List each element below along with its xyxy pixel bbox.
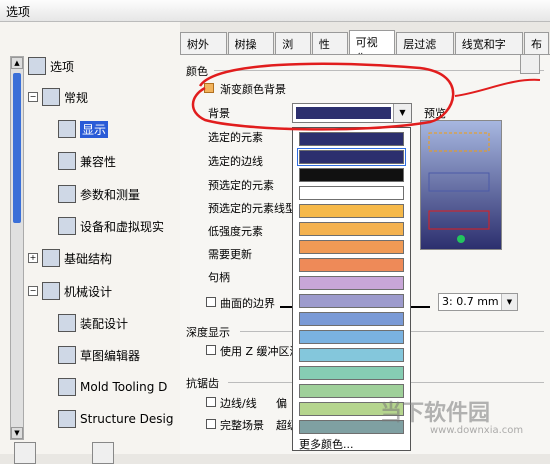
color-swatch-option[interactable] <box>299 348 404 362</box>
surface-boundary-label: 曲面的边界 <box>220 297 275 310</box>
tree-node-mechanical-design[interactable]: − 机械设计 <box>28 282 112 300</box>
tree-action-button-1[interactable] <box>14 442 36 464</box>
color-row-preselected-linetype: 预选定的元素线型 <box>208 202 296 215</box>
tree-node-assembly-design[interactable]: 装配设计 <box>58 314 128 332</box>
color-swatch-option[interactable] <box>299 312 404 326</box>
window-title: 选项 <box>0 0 550 22</box>
color-swatch-option[interactable] <box>299 186 404 200</box>
tree-node-structure-design[interactable]: Structure Desig <box>58 410 173 428</box>
color-swatch-option[interactable] <box>299 240 404 254</box>
tree-node-parameters[interactable]: 参数和测量 <box>58 185 140 203</box>
depth-section-title: 深度显示 <box>186 326 230 339</box>
tree-node-devices-vr[interactable]: 设备和虚拟现实 <box>58 217 164 235</box>
color-row-needs-update: 需要更新 <box>208 248 252 261</box>
parameters-icon <box>58 185 76 203</box>
assembly-gear-icon <box>58 314 76 332</box>
full-scene-label: 完整场景 <box>220 419 264 432</box>
collapse-icon[interactable]: − <box>28 286 38 296</box>
background-label: 背景 <box>208 107 230 120</box>
tab-linetype-font[interactable]: 线宽和字体 <box>454 32 524 67</box>
tab-layer-filter[interactable]: 层过滤器 <box>396 32 454 67</box>
selected-color-swatch <box>296 107 391 119</box>
mold-tooling-icon <box>58 378 76 396</box>
color-section-title: 颜色 <box>186 65 208 78</box>
tab-navigation[interactable]: 浏览 <box>275 32 311 67</box>
tab-layout[interactable]: 布 <box>524 32 550 54</box>
color-row-handles: 句柄 <box>208 271 230 284</box>
tree-node-display[interactable]: 显示 <box>58 120 109 138</box>
background-color-select[interactable]: ▼ <box>292 103 412 123</box>
tree-node-compatibility[interactable]: 兼容性 <box>58 152 116 170</box>
tree-node-options[interactable]: 选项 <box>28 57 74 75</box>
tree-node-general[interactable]: − 常规 <box>28 88 88 106</box>
watermark-brand: 当下软件园 <box>380 401 491 426</box>
gradient-background-checkbox[interactable] <box>204 83 214 93</box>
offset-label: 偏 <box>276 397 287 410</box>
tree-action-button-2[interactable] <box>92 442 114 464</box>
panel-corner-button[interactable] <box>520 54 540 74</box>
edges-lines-checkbox[interactable] <box>206 397 216 407</box>
zbuffer-label: 使用 Z 缓冲区深 <box>220 345 301 358</box>
devices-vr-icon <box>58 217 76 235</box>
watermark-url: www.downxia.com <box>430 425 524 436</box>
color-swatch-option[interactable] <box>299 168 404 182</box>
color-row-selected-edge: 选定的边线 <box>208 155 263 168</box>
color-swatch-option[interactable] <box>299 222 404 236</box>
color-swatch-option[interactable] <box>299 294 404 308</box>
tab-strip: 树外观 树操作 浏览 性能 可视化 层过滤器 线宽和字体 布 <box>180 30 550 67</box>
gradient-background-label: 渐变颜色背景 <box>220 83 286 96</box>
line-width-select[interactable]: 3: 0.7 mm ▼ <box>438 293 518 311</box>
tab-tree-manipulation[interactable]: 树操作 <box>227 32 275 67</box>
mechanical-design-icon <box>42 282 60 300</box>
more-colors-option[interactable]: 更多颜色... <box>299 436 354 452</box>
color-row-preselected-element: 预选定的元素 <box>208 179 274 192</box>
display-icon <box>58 120 76 138</box>
structure-design-icon <box>58 410 76 428</box>
chevron-down-icon[interactable]: ▼ <box>393 104 411 122</box>
tree-node-mold-tooling[interactable]: Mold Tooling D <box>58 378 167 396</box>
tree-node-sketcher[interactable]: 草图编辑器 <box>58 346 140 364</box>
tree-node-infrastructure[interactable]: + 基础结构 <box>28 249 112 267</box>
color-swatch-option[interactable] <box>297 148 406 166</box>
sketcher-icon <box>58 346 76 364</box>
divider <box>214 70 544 71</box>
color-swatch-option[interactable] <box>299 276 404 290</box>
scroll-thumb[interactable] <box>13 73 21 223</box>
infrastructure-icon <box>42 249 60 267</box>
general-icon <box>42 88 60 106</box>
scroll-up-icon[interactable]: ▲ <box>11 57 23 69</box>
color-row-low-intensity: 低强度元素 <box>208 225 263 238</box>
surface-boundary-checkbox[interactable] <box>206 297 216 307</box>
scroll-down-icon[interactable]: ▼ <box>11 427 23 439</box>
color-swatch-option[interactable] <box>299 132 404 146</box>
preview-boxes-icon <box>428 132 490 243</box>
tab-visualization[interactable]: 可视化 <box>348 30 396 65</box>
full-scene-checkbox[interactable] <box>206 419 216 429</box>
zbuffer-checkbox[interactable] <box>206 345 216 355</box>
antialiasing-section-title: 抗锯齿 <box>186 377 219 390</box>
tree-scrollbar[interactable]: ▲ ▼ <box>10 56 24 440</box>
chevron-down-icon[interactable]: ▼ <box>501 294 517 310</box>
options-tree: 选项 − 常规 显示 兼容性 参数和测量 设备和虚拟现实 + 基础结构 − 机械设计 … <box>28 52 180 440</box>
color-swatch-option[interactable] <box>299 258 404 272</box>
options-tree-panel: ▲ ▼ 选项 − 常规 显示 兼容性 参数和测量 设备和虚拟现实 + 基础结构 − 机… <box>0 22 180 464</box>
preview-label: 预览 <box>424 107 446 120</box>
color-preview <box>420 120 502 250</box>
color-swatch-option[interactable] <box>299 330 404 344</box>
compatibility-icon <box>58 152 76 170</box>
edges-lines-label: 边线/线 <box>220 397 257 410</box>
tab-performance[interactable]: 性能 <box>311 32 348 67</box>
collapse-icon[interactable]: − <box>28 92 38 102</box>
color-swatch-option[interactable] <box>299 366 404 380</box>
color-row-selected-element: 选定的元素 <box>208 131 263 144</box>
expand-icon[interactable]: + <box>28 253 38 263</box>
options-root-icon <box>28 57 46 75</box>
tab-tree-appearance[interactable]: 树外观 <box>180 32 227 67</box>
color-swatch-option[interactable] <box>299 204 404 218</box>
